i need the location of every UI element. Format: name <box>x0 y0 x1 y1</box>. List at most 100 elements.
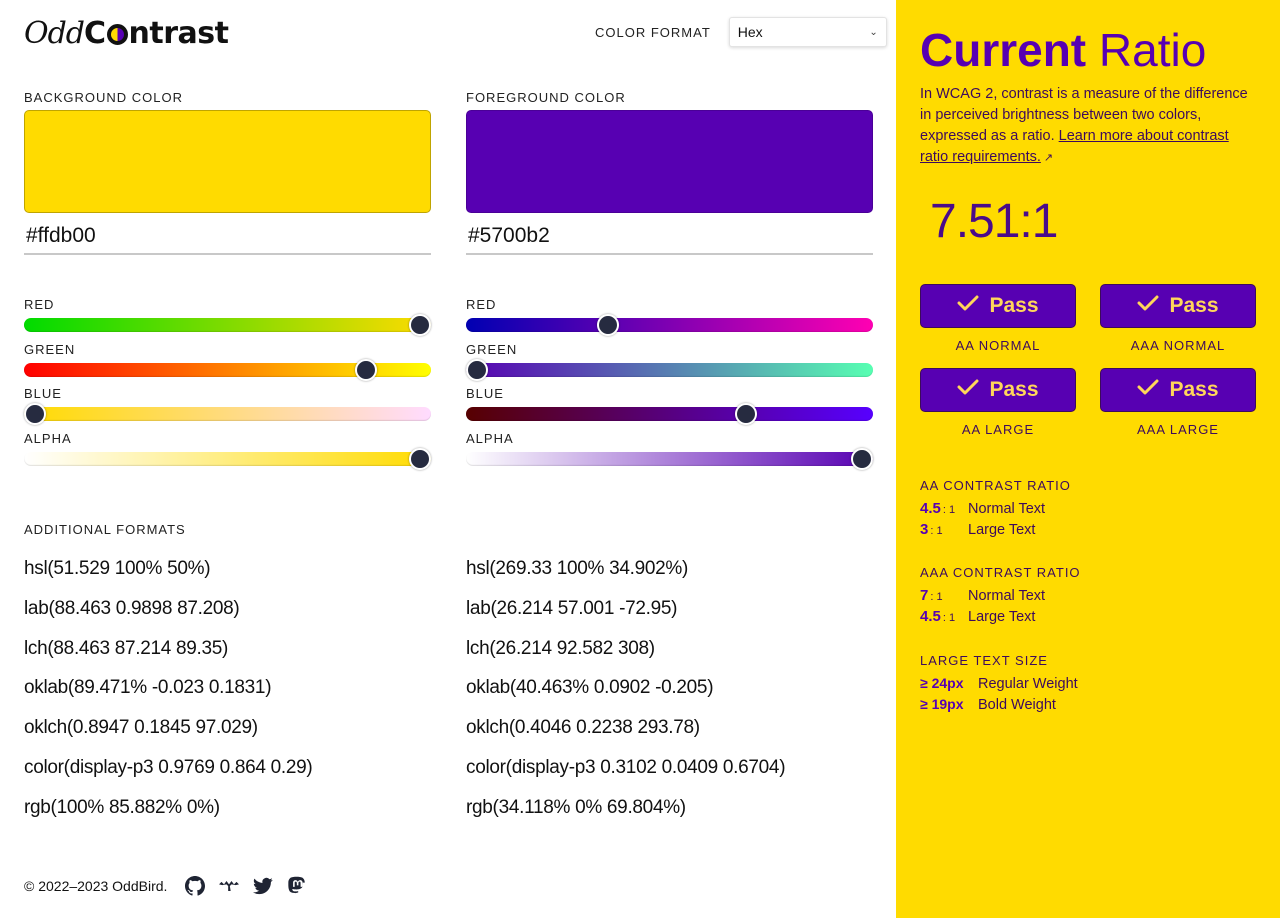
ratio-suffix: : 1 <box>942 612 956 624</box>
slider-thumb[interactable] <box>409 314 431 336</box>
background-color-swatch[interactable] <box>24 110 431 213</box>
twitter-icon[interactable] <box>253 876 274 896</box>
format-value[interactable]: rgb(34.118% 0% 69.804%) <box>466 797 785 837</box>
background-slider-green: GREEN <box>24 342 431 387</box>
format-value[interactable]: hsl(269.33 100% 34.902%) <box>466 558 785 598</box>
result-aaa-normal: Pass AAA NORMAL <box>1100 284 1256 368</box>
logo-contrast-c: C <box>84 16 106 51</box>
logo-contrast-rest: ntrast <box>128 16 229 51</box>
pass-status: Pass <box>989 378 1039 401</box>
result-label: AA LARGE <box>961 422 1035 437</box>
slider-thumb[interactable] <box>466 358 488 381</box>
ratio-number: 4.5 <box>920 608 941 625</box>
slider-label: GREEN <box>466 341 518 357</box>
github-icon[interactable] <box>185 876 206 896</box>
oddbird-icon[interactable] <box>219 876 240 896</box>
background-alpha-track[interactable] <box>24 447 431 470</box>
requirement-text: Large Text <box>968 609 1036 625</box>
slider-thumb[interactable] <box>851 447 873 470</box>
ratio-suffix: : 1 <box>930 591 943 603</box>
size-value: ≥ 24px <box>920 675 964 691</box>
result-label: AAA LARGE <box>1137 422 1219 437</box>
background-slider-blue: BLUE <box>24 386 431 431</box>
app-logo[interactable]: Odd C ntrast <box>24 14 229 54</box>
logo-contrast: C ntrast <box>84 14 229 54</box>
pass-status: Pass <box>1169 294 1219 317</box>
color-format-value: Hex <box>737 24 763 40</box>
slider-thumb[interactable] <box>24 403 46 425</box>
aaa-contrast-requirements: AAA CONTRAST RATIO 7: 1 Normal Text 4.5: 1… <box>920 565 1260 629</box>
format-value[interactable]: color(display-p3 0.3102 0.0409 0.6704) <box>466 757 786 797</box>
foreground-blue-track[interactable] <box>466 403 873 425</box>
foreground-alpha-track[interactable] <box>466 447 873 470</box>
pass-badge: Pass <box>920 284 1076 328</box>
aa-title: AA CONTRAST RATIO <box>920 478 1071 493</box>
slider-label: ALPHA <box>466 430 514 446</box>
size-requirement: ≥ 24px <box>920 675 978 692</box>
foreground-color-swatch[interactable] <box>466 110 873 213</box>
copyright-text: © 2022–2023 OddBird. <box>24 878 168 894</box>
background-slider-alpha: ALPHA <box>24 431 431 476</box>
background-hex-input[interactable] <box>24 219 431 255</box>
background-slider-red: RED <box>24 297 431 342</box>
format-value[interactable]: rgb(100% 85.882% 0%) <box>24 797 312 837</box>
sidebar-description: In WCAG 2, contrast is a measure of the … <box>920 84 1260 169</box>
result-aaa-large: Pass AAA LARGE <box>1100 368 1256 452</box>
format-value[interactable]: oklch(0.8947 0.1845 97.029) <box>24 717 312 757</box>
format-value[interactable]: color(display-p3 0.9769 0.864 0.29) <box>24 757 313 797</box>
color-format-label: COLOR FORMAT <box>595 24 711 40</box>
weight-text: Regular Weight <box>978 676 1078 692</box>
requirement-text: Normal Text <box>968 501 1046 517</box>
foreground-color-title: FOREGROUND COLOR <box>466 90 626 105</box>
checkmark-icon <box>957 378 979 402</box>
background-color-title: BACKGROUND COLOR <box>24 90 184 105</box>
format-value[interactable]: lch(26.214 92.582 308) <box>466 638 785 678</box>
checkmark-icon <box>957 294 979 318</box>
color-format-control: COLOR FORMAT Hex ⌄ <box>595 17 887 47</box>
aaa-row: 7: 1 Normal Text <box>920 587 1260 608</box>
color-format-select[interactable]: Hex ⌄ <box>728 17 887 47</box>
foreground-slider-red: RED <box>466 297 873 342</box>
ratio-requirement: 4.5: 1 <box>920 500 968 517</box>
slider-thumb[interactable] <box>597 314 620 336</box>
mastodon-icon[interactable] <box>287 876 307 896</box>
slider-thumb[interactable] <box>354 358 377 381</box>
pass-status: Pass <box>989 294 1039 317</box>
ratio-sidebar: Current Ratio In WCAG 2, contrast is a m… <box>896 0 1280 918</box>
main-panel: Odd C ntrast COLOR FORMAT Hex ⌄ BACKGROU… <box>0 0 896 918</box>
size-requirement: ≥ 19px <box>920 696 978 713</box>
foreground-red-track[interactable] <box>466 314 873 336</box>
pass-badge: Pass <box>920 368 1076 412</box>
aa-contrast-requirements: AA CONTRAST RATIO 4.5: 1 Normal Text 3: 1L… <box>920 478 1260 542</box>
result-label: AA NORMAL <box>955 338 1041 353</box>
background-red-track[interactable] <box>24 314 431 336</box>
background-blue-track[interactable] <box>24 403 431 425</box>
format-value[interactable]: oklch(0.4046 0.2238 293.78) <box>466 717 785 757</box>
large-text-row: ≥ 24px Regular Weight <box>920 675 1260 696</box>
contrast-logo-icon <box>106 24 128 45</box>
ratio-requirement: 7: 1 <box>920 587 968 604</box>
ratio-number: 7 <box>920 587 929 604</box>
slider-label: RED <box>466 297 497 312</box>
slider-label: ALPHA <box>24 430 72 446</box>
ratio-requirement: 4.5: 1 <box>920 608 968 625</box>
large-text-title: LARGE TEXT SIZE <box>920 653 1048 668</box>
background-green-track[interactable] <box>24 358 431 381</box>
format-value[interactable]: lch(88.463 87.214 89.35) <box>24 638 312 678</box>
background-formats-list: hsl(51.529 100% 50%) lab(88.463 0.9898 87… <box>24 558 313 837</box>
ratio-number: 4.5 <box>920 500 941 517</box>
format-value[interactable]: oklab(89.471% -0.023 0.1831) <box>24 677 312 717</box>
aaa-row: 4.5: 1 Large Text <box>920 608 1260 629</box>
sidebar-title-light: Ratio <box>1098 24 1207 76</box>
format-value[interactable]: lab(88.463 0.9898 87.208) <box>24 598 312 638</box>
slider-thumb[interactable] <box>409 447 431 470</box>
slider-thumb[interactable] <box>734 403 757 425</box>
format-value[interactable]: lab(26.214 57.001 -72.95) <box>466 598 785 638</box>
format-value[interactable]: oklab(40.463% 0.0902 -0.205) <box>466 677 785 717</box>
ratio-suffix: : 1 <box>930 525 943 537</box>
foreground-green-track[interactable] <box>466 358 873 381</box>
requirement-text: Normal Text <box>968 588 1046 604</box>
format-value[interactable]: hsl(51.529 100% 50%) <box>24 558 312 598</box>
foreground-hex-input[interactable] <box>466 219 873 255</box>
result-aa-large: Pass AA LARGE <box>920 368 1076 452</box>
